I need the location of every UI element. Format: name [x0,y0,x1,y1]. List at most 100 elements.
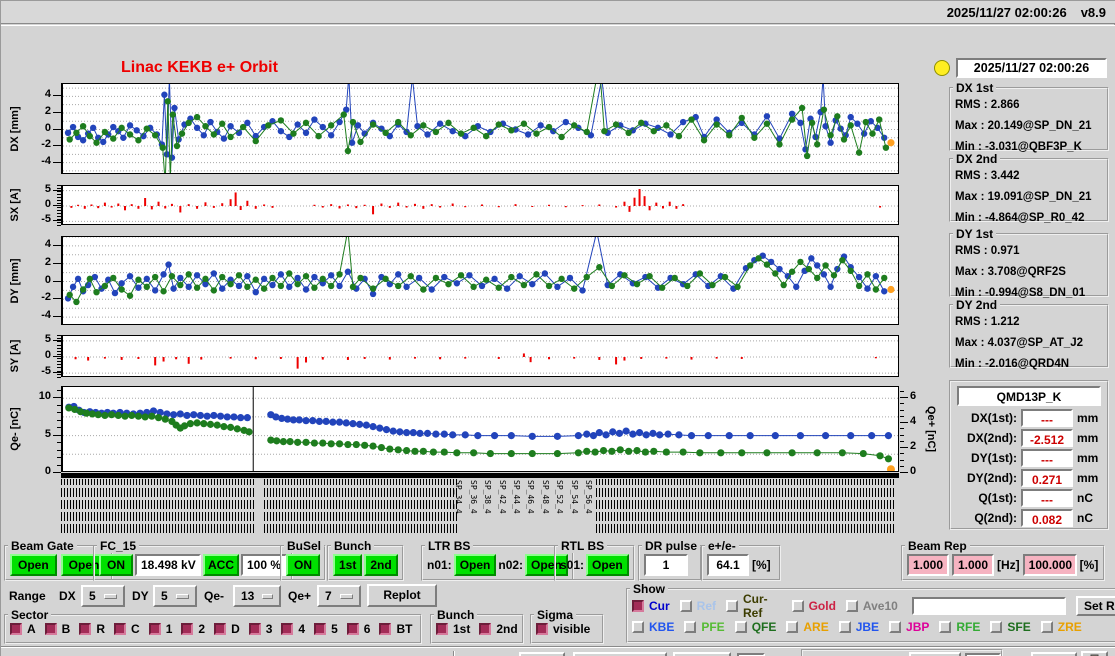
sector-item-bt[interactable]: BT [379,622,412,636]
show-item-cur[interactable]: Cur [632,599,670,613]
show-label: Gold [808,598,836,613]
resize-button[interactable]: resize [1031,652,1077,656]
sy-ytick-minor [57,354,61,356]
show-item-gold[interactable]: Gold [791,598,836,613]
sector-checkbox[interactable] [281,623,294,635]
show-element-checkbox[interactable] [786,621,799,633]
sector-group: Sector A B R C 1 2 D 3 4 5 6 BT [4,608,422,644]
dx-plot [61,83,899,174]
sy-ytick-minor [57,338,61,340]
show-element-item-sfe[interactable]: SFE [990,620,1031,634]
sector-label: 6 [363,622,371,636]
busel-on-button[interactable]: ON [286,554,320,576]
sigma-checkbox[interactable] [536,623,548,635]
sector-checkbox[interactable] [44,623,57,635]
bpm-name-label: SP_56_4 [584,480,594,514]
sector-item-a[interactable]: A [10,622,36,636]
show-checkbox[interactable] [632,599,644,612]
fc15-on-button[interactable]: ON [99,554,133,576]
show-element-item-are[interactable]: ARE [786,620,829,634]
bpm-monitor-name[interactable]: QMD13P_K [957,386,1101,406]
show-element-checkbox[interactable] [939,621,952,633]
show-checkbox[interactable] [845,599,858,612]
bunch-select-item-2nd[interactable]: 2nd [479,622,518,636]
bunch-dropdown[interactable]: 1st [673,652,731,656]
sector-item-d[interactable]: D [214,622,240,636]
show-checkbox[interactable] [791,599,804,612]
sector-item-r[interactable]: R [79,622,105,636]
show-element-checkbox[interactable] [990,621,1003,633]
sy-ytick-minor [57,347,61,349]
sector-item-b[interactable]: B [44,622,71,636]
show-element-item-qfe[interactable]: QFE [734,620,776,634]
show-element-item-zre[interactable]: ZRE [1040,620,1082,634]
show-title: Show [630,582,668,596]
screenshot-button[interactable] [1081,651,1108,656]
dropdown-indicator-icon [176,593,189,599]
replot-button[interactable]: Replot [367,584,437,607]
bunch-2nd-button[interactable]: 2nd [364,554,398,576]
show-item-ave10[interactable]: Ave10 [845,599,898,613]
sector-checkbox[interactable] [346,623,359,635]
sy-ytick-minor [57,357,61,359]
stats-box-title: DY 1st [953,227,997,241]
sx-ytick-minor [57,191,61,193]
range-dx-dropdown[interactable]: 5 [81,585,125,607]
show-element-item-jbp[interactable]: JBP [889,620,929,634]
sector-checkbox[interactable] [314,623,327,635]
show-element-item-pfe[interactable]: PFE [684,620,725,634]
show-element-checkbox[interactable] [734,621,747,633]
sector-item-c[interactable]: C [114,622,140,636]
set-ref-button[interactable]: Set Ref [1075,595,1115,616]
sector-checkbox[interactable] [248,623,261,635]
qe-ytick-minor [57,427,61,429]
range-dy-dropdown[interactable]: 5 [153,585,197,607]
bunch-select-item-1st[interactable]: 1st [436,622,470,636]
ref-name-input[interactable] [911,596,1066,615]
dy-ytick-label: 0 [44,273,51,286]
bunch-select-checkbox[interactable] [436,623,448,635]
fc15-acc-button[interactable]: ACC [203,554,239,576]
sector-checkbox[interactable] [379,623,392,635]
beam-gate-title: Beam Gate [8,539,77,553]
sector-item-1[interactable]: 1 [148,622,172,636]
sector-checkbox[interactable] [148,623,161,635]
show-checkbox[interactable] [726,599,739,612]
show-checkbox[interactable] [679,599,692,612]
sx-ytick-minor [57,225,61,226]
bunch-1st-button[interactable]: 1st [333,554,363,576]
device-dropdown[interactable]: A [519,652,565,656]
show-element-item-kbe[interactable]: KBE [632,620,674,634]
sector-item-5[interactable]: 5 [314,622,338,636]
show-element-item-jbe[interactable]: JBE [838,620,879,634]
sigma-item-visible[interactable]: visible [536,622,590,636]
range-qem-dropdown[interactable]: 13 [233,585,281,607]
show-item-curref[interactable]: Cur-Ref [726,592,782,620]
sector-label: C [131,622,140,636]
show-element-checkbox[interactable] [632,621,644,633]
sector-checkbox[interactable] [79,623,92,635]
sy-plot [61,335,899,377]
show-element-checkbox[interactable] [838,621,851,633]
sector-item-2[interactable]: 2 [181,622,205,636]
points-dropdown[interactable]: 300 [909,652,961,656]
bunch-select-checkbox[interactable] [479,623,492,635]
range-qep-dropdown[interactable]: 7 [317,585,361,607]
show-element-checkbox[interactable] [889,621,902,633]
show-item-ref[interactable]: Ref [679,599,716,613]
ltr-n01-open-button[interactable]: Open [453,554,497,576]
beam-gate-open-1-button[interactable]: Open [10,554,57,576]
sector-checkbox[interactable] [181,623,194,635]
sector-item-4[interactable]: 4 [281,622,305,636]
sector-label: B [61,622,71,636]
show-element-checkbox[interactable] [684,621,697,633]
sector-checkbox[interactable] [114,623,127,635]
rtl-s01-open-button[interactable]: Open [586,554,629,576]
sector-checkbox[interactable] [214,623,227,635]
sector-checkbox[interactable] [10,623,22,635]
sector-item-6[interactable]: 6 [346,622,371,636]
show-element-checkbox[interactable] [1040,621,1053,633]
sector-item-3[interactable]: 3 [248,622,272,636]
show-element-item-rfe[interactable]: RFE [939,620,980,634]
bpm-select-dropdown[interactable]: SP_AT_0 [573,652,667,656]
